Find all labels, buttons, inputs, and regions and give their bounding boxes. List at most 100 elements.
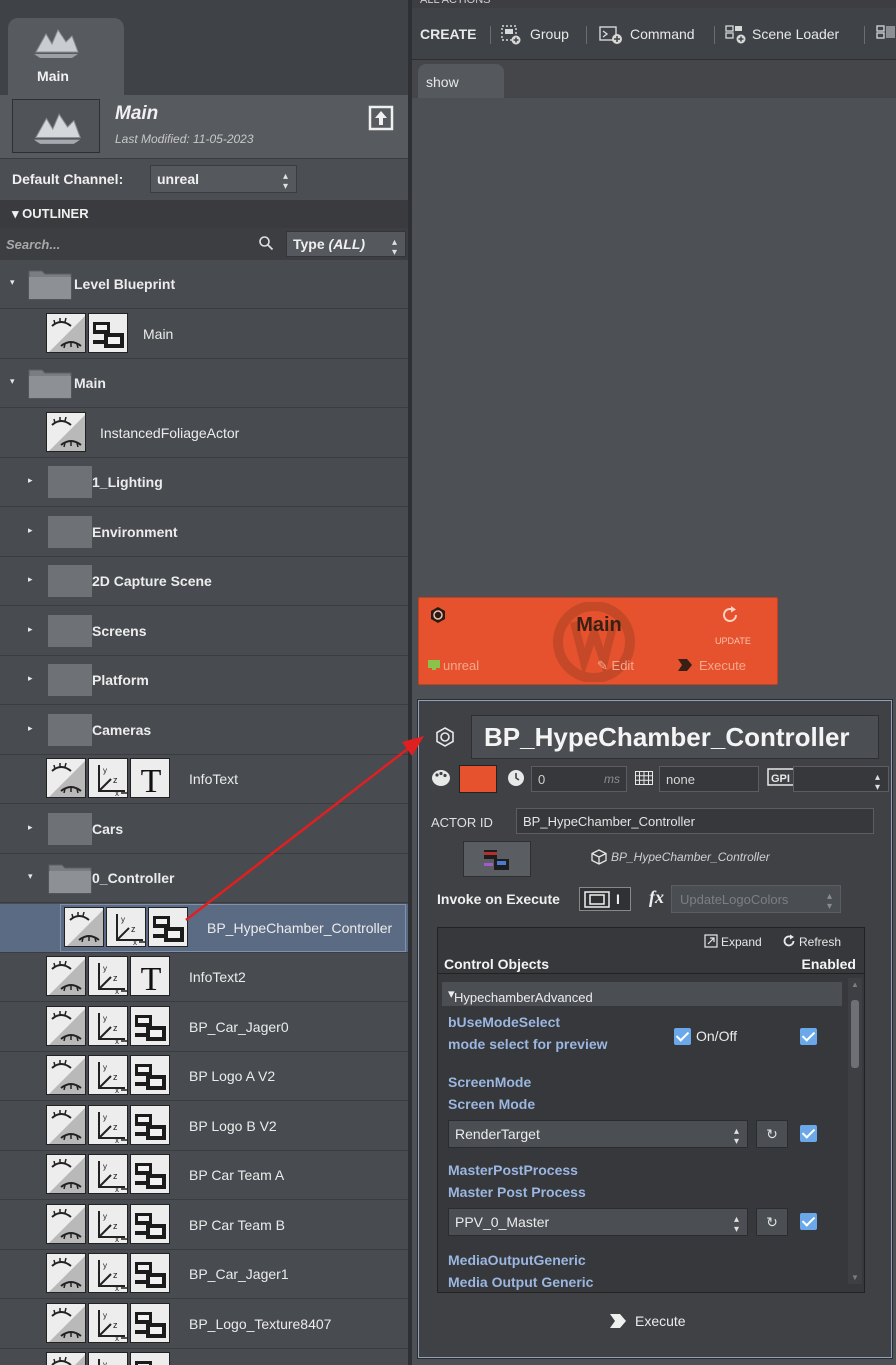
tree-actor-row[interactable]: y z x BP_Car_Jager0 [0, 1003, 408, 1052]
tree-actor-row[interactable]: yzxBP_Logo_Texture8409 [0, 1349, 408, 1365]
search-input[interactable] [6, 232, 276, 256]
tree-folder-row[interactable]: ▾ 0_Controller [0, 854, 408, 903]
card-channel[interactable]: unreal [427, 658, 479, 673]
scene-loader-button[interactable]: Scene Loader [752, 26, 839, 42]
blueprint-reference[interactable]: BP_HypeChamber_Controller [611, 850, 770, 864]
refresh-label: Refresh [799, 935, 842, 949]
tab-main[interactable]: Main [8, 18, 124, 95]
expand-button[interactable]: Expand [704, 934, 762, 949]
execute-button[interactable]: Execute [609, 1313, 686, 1329]
blueprint-thumbnail[interactable] [463, 841, 531, 877]
toolbar-divider [586, 26, 587, 44]
control-objects-list: ▾ HypechamberAdvanced bUseModeSelect mod… [438, 974, 846, 1292]
tab-show[interactable]: show [418, 64, 504, 98]
tree-folder-row[interactable]: ▸ Cameras [0, 706, 408, 755]
monitor-icon [428, 660, 440, 670]
cube-icon [591, 849, 607, 865]
actor-id-input[interactable]: BP_HypeChamber_Controller [516, 808, 874, 834]
caret-down-icon[interactable]: ▾ [28, 871, 33, 882]
group-add-icon[interactable] [501, 25, 521, 45]
svg-text:z: z [131, 924, 136, 934]
tree-folder-row[interactable]: ▸ Platform [0, 656, 408, 705]
tree-actor-row[interactable]: InstancedFoliageActor [0, 409, 408, 458]
transform-axes-icon: yzx [88, 1055, 128, 1095]
scroll-up-icon[interactable]: ▲ [851, 980, 859, 989]
caret-down-icon[interactable]: ▾ [10, 376, 15, 387]
tree-folder-row[interactable]: ▸ Screens [0, 607, 408, 656]
upload-icon[interactable] [368, 105, 394, 131]
control-objects-scrollbar[interactable]: ▲ ▼ [848, 978, 862, 1284]
tree-folder-row[interactable]: ▸ Environment [0, 508, 408, 557]
caret-right-icon[interactable]: ▸ [28, 822, 33, 833]
type-filter-select[interactable]: Type (ALL) ▴ ▾ [286, 231, 406, 258]
reset-button[interactable]: ↻ [756, 1208, 788, 1236]
search-icon[interactable] [258, 235, 274, 251]
edit-button[interactable]: ✎ Edit [597, 658, 634, 674]
caret-right-icon[interactable]: ▸ [28, 475, 33, 486]
caret-down-icon[interactable]: ▾ [10, 277, 15, 288]
property-description: mode select for preview [448, 1036, 608, 1052]
reset-button[interactable]: ↻ [756, 1120, 788, 1148]
group-header-hypechamber[interactable]: ▾ HypechamberAdvanced [442, 982, 842, 1006]
tree-actor-row[interactable]: y z x BP_HypeChamber_Controller [0, 904, 408, 953]
caret-right-icon[interactable]: ▸ [28, 574, 33, 585]
caret-right-icon[interactable]: ▸ [28, 525, 33, 536]
tree-item-label: BP_Logo_Texture8407 [189, 1316, 332, 1332]
tree-actor-row[interactable]: y z x BP Logo B V2 [0, 1102, 408, 1151]
svg-text:z: z [113, 1023, 118, 1033]
command-add-icon[interactable] [599, 25, 623, 45]
invoke-toggle[interactable]: I [579, 887, 631, 911]
enabled-checkbox[interactable] [800, 1125, 817, 1142]
tree-actor-row[interactable]: Main [0, 310, 408, 359]
tab-show-label: show [426, 74, 459, 90]
tree-actor-row[interactable]: y z x T InfoText2 [0, 953, 408, 1002]
gpi-select[interactable]: ▴ ▾ [793, 766, 889, 793]
enabled-checkbox[interactable] [800, 1028, 817, 1045]
tree-actor-row[interactable]: y z x T InfoText [0, 755, 408, 804]
blueprint-icon [130, 1055, 170, 1095]
caret-right-icon[interactable]: ▸ [28, 673, 33, 684]
action-settings-row: 0 ms none GPI ▴ ▾ [431, 765, 889, 793]
delay-input[interactable]: 0 ms [531, 766, 627, 792]
default-channel-select[interactable]: unreal ▴ ▾ [150, 165, 297, 193]
master-post-process-select[interactable]: PPV_0_Master ▴ ▾ [448, 1208, 748, 1236]
tree-item-label: InfoText [189, 771, 239, 787]
transform-axes-icon: yzx [88, 758, 128, 798]
tree-folder-row[interactable]: ▾ Main [0, 359, 408, 408]
function-select[interactable]: UpdateLogoColors ▴ ▾ [671, 885, 841, 913]
update-button[interactable]: UPDATE [715, 636, 751, 646]
svg-text:z: z [113, 1320, 118, 1330]
onoff-checkbox[interactable] [674, 1028, 691, 1045]
tab-main-label: Main [37, 68, 69, 84]
type-filter-value: (ALL) [328, 236, 366, 252]
tree-folder-row[interactable]: ▸ Cars [0, 805, 408, 854]
caret-right-icon[interactable]: ▸ [28, 624, 33, 635]
more-create-icon[interactable] [876, 25, 896, 45]
text-render-icon: T [130, 758, 170, 798]
screen-mode-select[interactable]: RenderTarget ▴ ▾ [448, 1120, 748, 1148]
color-swatch[interactable] [459, 765, 497, 793]
scroll-down-icon[interactable]: ▼ [851, 1273, 859, 1282]
scene-loader-add-icon[interactable] [725, 25, 747, 45]
tree-actor-row[interactable]: y z x BP Logo A V2 [0, 1052, 408, 1101]
tree-folder-row[interactable]: ▸ 1_Lighting [0, 458, 408, 507]
action-card-main[interactable]: Main UPDATE unreal ✎ Edit Execute [418, 597, 778, 685]
enabled-checkbox[interactable] [800, 1213, 817, 1230]
card-execute-button[interactable]: Execute [677, 658, 746, 673]
tree-folder-row[interactable]: ▸ 2D Capture Scene [0, 557, 408, 606]
caret-right-icon[interactable]: ▸ [28, 723, 33, 734]
tree-actor-row[interactable]: y z x BP_Car_Jager1 [0, 1250, 408, 1299]
command-button[interactable]: Command [630, 26, 695, 42]
tree-folder-row[interactable]: ▾ Level Blueprint [0, 260, 408, 309]
group-button[interactable]: Group [530, 26, 569, 42]
tree-actor-row[interactable]: y z x BP_Logo_Texture8407 [0, 1300, 408, 1349]
tree-actor-row[interactable]: y z x BP Car Team B [0, 1201, 408, 1250]
refresh-icon[interactable] [719, 604, 741, 626]
scrollbar-thumb[interactable] [851, 1000, 859, 1068]
action-name-field[interactable]: BP_HypeChamber_Controller [471, 715, 879, 759]
timecode-input[interactable]: none [659, 766, 759, 792]
tree-actor-row[interactable]: y z x BP Car Team A [0, 1151, 408, 1200]
unreal-hex-icon [436, 727, 454, 747]
refresh-button[interactable]: Refresh [782, 934, 841, 949]
outliner-header[interactable]: ▾ OUTLINER [0, 200, 408, 228]
